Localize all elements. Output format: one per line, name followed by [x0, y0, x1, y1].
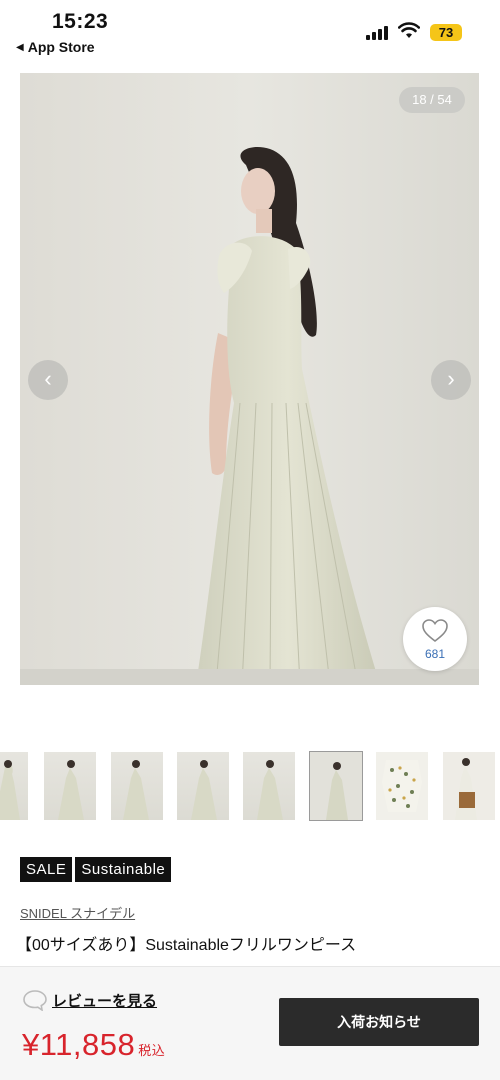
wifi-icon	[398, 22, 420, 38]
thumbnail-active[interactable]	[309, 751, 363, 821]
thumbnail[interactable]	[243, 752, 295, 820]
favorite-count: 681	[424, 647, 446, 661]
price-value: ¥11,858	[22, 1027, 136, 1062]
battery-indicator: 73	[430, 24, 462, 41]
product-main-image[interactable]: 18 / 54 ‹ › 681	[20, 73, 479, 685]
review-link-label: レビューを見る	[52, 992, 158, 1010]
image-counter: 18 / 54	[399, 87, 465, 113]
thumbnail-strip	[0, 751, 500, 821]
tax-label: 税込	[138, 1043, 166, 1058]
favorite-button[interactable]: 681	[403, 607, 467, 671]
model-photo	[20, 73, 479, 685]
next-image-button[interactable]: ›	[431, 360, 471, 400]
product-badges: SALE Sustainable	[20, 857, 172, 882]
purchase-footer: レビューを見る ¥11,858 税込 入荷お知らせ	[0, 966, 500, 1080]
brand-link[interactable]: SNIDEL スナイデル	[20, 903, 135, 922]
product-price: ¥11,858 税込	[22, 1027, 165, 1063]
chevron-right-icon: ›	[447, 366, 455, 391]
chevron-left-icon: ‹	[44, 366, 52, 391]
thumbnail[interactable]	[376, 752, 428, 820]
thumbnail[interactable]	[0, 752, 28, 820]
product-name: 【00サイズあり】Sustainableフリルワンピース	[16, 937, 357, 954]
back-triangle-icon: ◀	[16, 41, 24, 53]
speech-bubble-icon	[23, 990, 47, 1011]
back-to-app-store[interactable]: ◀ App Store	[16, 39, 95, 55]
sustainable-badge: Sustainable	[75, 857, 172, 882]
thumbnail[interactable]	[44, 752, 96, 820]
restock-notify-button[interactable]: 入荷お知らせ	[279, 998, 479, 1046]
thumbnail[interactable]	[443, 752, 495, 820]
status-bar: 15:23 ◀ App Store 73	[0, 0, 500, 62]
thumbnail[interactable]	[111, 752, 163, 820]
cellular-signal-icon	[366, 24, 388, 40]
review-link[interactable]: レビューを見る	[22, 989, 157, 1011]
previous-image-button[interactable]: ‹	[28, 360, 68, 400]
thumbnail[interactable]	[177, 752, 229, 820]
heart-icon	[422, 619, 448, 643]
back-app-label: App Store	[27, 39, 95, 55]
sale-badge: SALE	[20, 857, 73, 882]
status-time: 15:23	[52, 10, 109, 33]
